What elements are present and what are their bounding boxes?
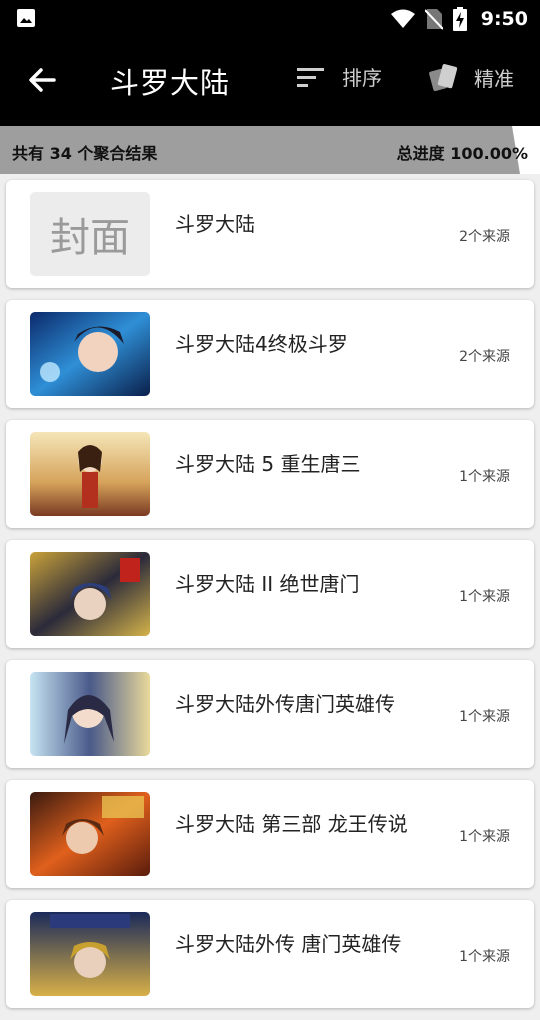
result-card[interactable]: 斗罗大陆4终极斗罗 2个来源 <box>6 300 534 408</box>
result-title: 斗罗大陆 II 绝世唐门 <box>175 572 360 596</box>
sort-icon <box>297 67 324 87</box>
result-title: 斗罗大陆 5 重生唐三 <box>175 452 361 476</box>
source-count: 2个来源 <box>459 349 510 365</box>
result-card[interactable]: 斗罗大陆 第三部 龙王传说 1个来源 <box>6 780 534 888</box>
back-arrow-icon[interactable] <box>26 64 58 96</box>
cover-image <box>30 312 150 396</box>
source-count: 1个来源 <box>459 589 510 605</box>
page-title: 斗罗大陆 <box>110 66 231 100</box>
battery-charging-icon <box>452 7 467 31</box>
precise-button[interactable]: 精准 <box>428 62 514 92</box>
result-card[interactable]: 斗罗大陆外传唐门英雄传 1个来源 <box>6 660 534 768</box>
image-notification-icon <box>17 9 35 27</box>
result-title: 斗罗大陆4终极斗罗 <box>175 332 348 356</box>
clock: 9:50 <box>480 8 528 30</box>
app-toolbar: 斗罗大陆 排序 精准 <box>0 38 540 126</box>
result-title: 斗罗大陆外传 唐门英雄传 <box>175 932 402 956</box>
source-count: 2个来源 <box>459 229 510 245</box>
cover-placeholder: 封面 <box>30 192 150 276</box>
precise-label: 精准 <box>474 66 514 91</box>
cover-placeholder-text: 封面 <box>30 192 150 276</box>
sort-label: 排序 <box>342 66 382 90</box>
search-progress-bar: 共有 34 个聚合结果 总进度 100.00% <box>0 126 540 174</box>
cover-image <box>30 792 150 876</box>
total-progress: 总进度 100.00% <box>396 144 528 163</box>
no-sim-icon <box>424 9 443 30</box>
cards-icon <box>429 64 458 92</box>
wifi-icon <box>390 9 415 28</box>
source-count: 1个来源 <box>459 949 510 965</box>
result-summary: 共有 34 个聚合结果 <box>12 144 158 163</box>
result-title: 斗罗大陆 <box>175 212 255 236</box>
cover-image <box>30 552 150 636</box>
result-card[interactable]: 封面 斗罗大陆 2个来源 <box>6 180 534 288</box>
source-count: 1个来源 <box>459 829 510 845</box>
source-count: 1个来源 <box>459 709 510 725</box>
result-list[interactable]: 封面 斗罗大陆 2个来源 斗罗大陆4终极斗罗 2个来源 斗罗大陆 5 重生唐三 … <box>0 180 540 1020</box>
status-bar: 9:50 <box>0 0 540 38</box>
result-title: 斗罗大陆 第三部 龙王传说 <box>175 812 408 836</box>
result-card[interactable]: 斗罗大陆外传 唐门英雄传 1个来源 <box>6 900 534 1008</box>
result-card[interactable]: 斗罗大陆 II 绝世唐门 1个来源 <box>6 540 534 648</box>
result-card[interactable]: 斗罗大陆 5 重生唐三 1个来源 <box>6 420 534 528</box>
source-count: 1个来源 <box>459 469 510 485</box>
result-title: 斗罗大陆外传唐门英雄传 <box>175 692 395 716</box>
sort-button[interactable]: 排序 <box>296 62 382 91</box>
cover-image <box>30 432 150 516</box>
cover-image <box>30 912 150 996</box>
cover-image <box>30 672 150 756</box>
